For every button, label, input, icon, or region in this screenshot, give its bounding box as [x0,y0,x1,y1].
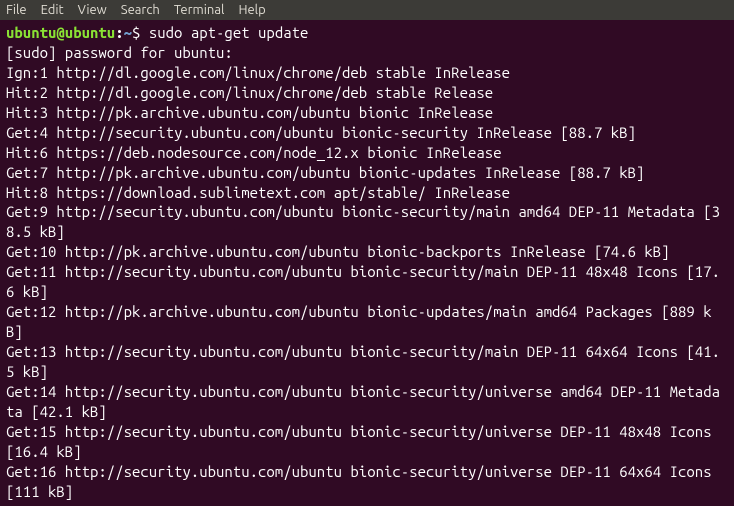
menu-view[interactable]: View [78,3,107,17]
output-line: Hit:2 http://dl.google.com/linux/chrome/… [6,83,728,103]
output-line: Get:7 http://pk.archive.ubuntu.com/ubunt… [6,163,728,183]
output-line: Get:15 http://security.ubuntu.com/ubuntu… [6,422,728,462]
output-line: Hit:6 https://deb.nodesource.com/node_12… [6,143,728,163]
menubar: File Edit View Search Terminal Help [0,0,734,20]
output-line: Get:10 http://pk.archive.ubuntu.com/ubun… [6,242,728,262]
terminal-body[interactable]: ubuntu@ubuntu:~$ sudo apt-get update [su… [0,20,734,505]
output-line: Get:12 http://pk.archive.ubuntu.com/ubun… [6,302,728,342]
menu-file[interactable]: File [6,3,27,17]
output-line: Get:14 http://security.ubuntu.com/ubuntu… [6,382,728,422]
output-line: Get:9 http://security.ubuntu.com/ubuntu … [6,202,728,242]
output-line: Get:11 http://security.ubuntu.com/ubuntu… [6,262,728,302]
command-input: sudo apt-get update [149,24,309,41]
output-line: [sudo] password for ubuntu: [6,43,728,63]
prompt-path: ~ [124,24,132,41]
output-line: Hit:8 https://download.sublimetext.com a… [6,183,728,203]
output-line: Get:13 http://security.ubuntu.com/ubuntu… [6,342,728,382]
prompt-symbol: $ [132,24,140,41]
menu-search[interactable]: Search [121,3,160,17]
output-line: Hit:3 http://pk.archive.ubuntu.com/ubunt… [6,103,728,123]
output-line: Ign:1 http://dl.google.com/linux/chrome/… [6,63,728,83]
menu-edit[interactable]: Edit [41,3,64,17]
output-line: Get:16 http://security.ubuntu.com/ubuntu… [6,462,728,502]
prompt-user: ubuntu@ubuntu [6,24,115,41]
menu-terminal[interactable]: Terminal [174,3,225,17]
menu-help[interactable]: Help [238,3,265,17]
prompt-colon: : [115,24,123,41]
output-line: Get:4 http://security.ubuntu.com/ubuntu … [6,123,728,143]
